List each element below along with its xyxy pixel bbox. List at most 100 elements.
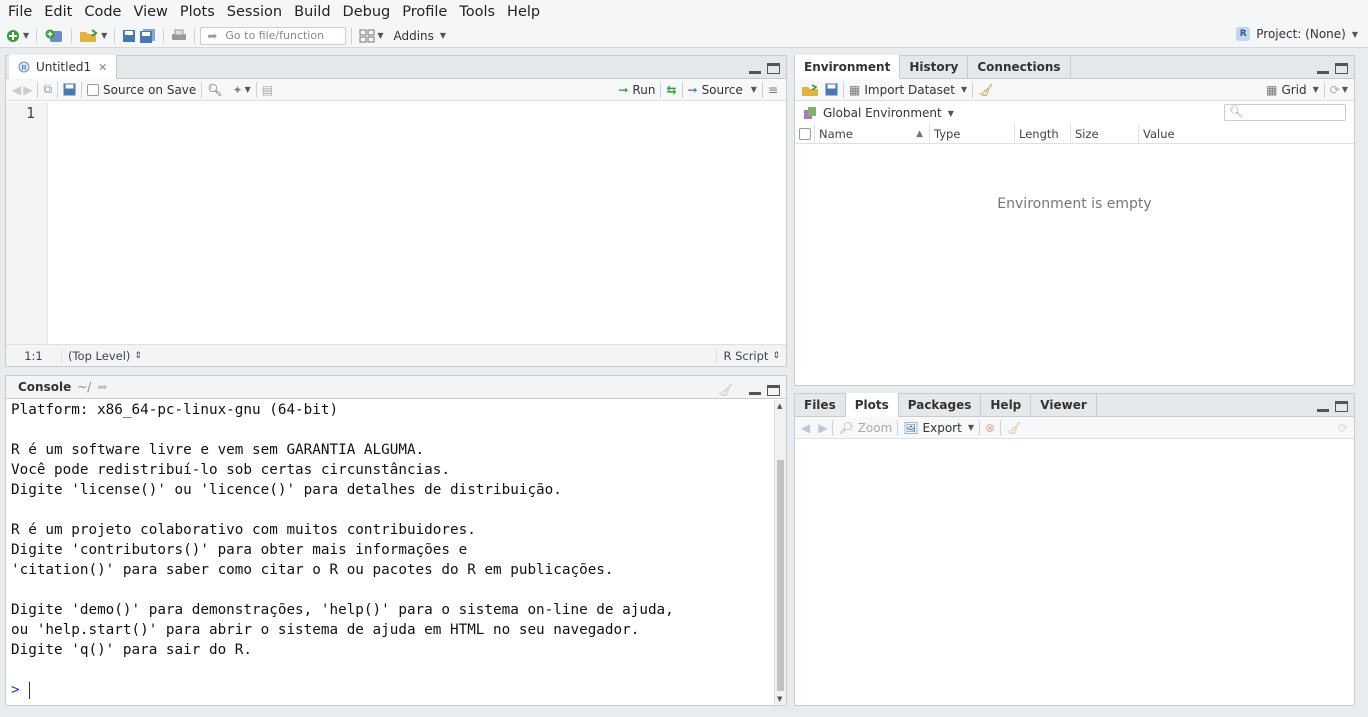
rerun-icon[interactable]: ⇆: [666, 83, 676, 97]
toolbar-divider: [351, 27, 353, 44]
load-workspace-icon[interactable]: [801, 83, 819, 97]
minimize-icon[interactable]: [1317, 402, 1329, 412]
scroll-down-icon[interactable]: ▼: [777, 695, 782, 703]
tab-help[interactable]: Help: [981, 393, 1032, 416]
go-to-file-input[interactable]: ➦ Go to file/function: [200, 26, 347, 45]
chevron-down-icon[interactable]: ▼: [1342, 85, 1348, 94]
source-button[interactable]: ➞ Source ▼: [688, 83, 757, 97]
line-number: 1: [25, 104, 35, 122]
go-to-directory-icon[interactable]: ➦: [97, 380, 107, 394]
refresh-icon[interactable]: ⟳: [1338, 421, 1348, 435]
minimize-icon[interactable]: [1317, 64, 1329, 74]
source-on-save-checkbox[interactable]: [87, 83, 100, 96]
zoom-button[interactable]: 🔎︎ Zoom: [838, 421, 892, 435]
tab-console[interactable]: Console ~/ ➦: [6, 375, 116, 398]
project-menu[interactable]: R Project: (None) ▼: [1236, 27, 1358, 41]
print-icon: [172, 29, 187, 40]
menu-file[interactable]: File: [2, 0, 38, 24]
menu-plots[interactable]: Plots: [174, 0, 221, 24]
run-button[interactable]: ➞ Run: [618, 83, 655, 97]
grid-label: Grid: [1281, 82, 1307, 97]
tab-connections[interactable]: Connections: [968, 55, 1071, 78]
new-project-button[interactable]: [42, 26, 66, 46]
addins-label: Addins: [393, 28, 434, 43]
maximize-icon[interactable]: [767, 384, 780, 396]
forward-icon[interactable]: ▶: [23, 83, 32, 97]
column-length[interactable]: Length: [1015, 123, 1071, 144]
environment-search-input[interactable]: 🔍︎: [1224, 104, 1346, 121]
global-environment-selector[interactable]: Global Environment ▼: [803, 106, 954, 120]
close-icon[interactable]: ✕: [98, 61, 107, 74]
next-plot-icon[interactable]: ▶: [818, 421, 827, 435]
tab-untitled1[interactable]: R Untitled1 ✕: [9, 55, 118, 79]
compile-report-icon[interactable]: ▤: [262, 83, 273, 97]
scroll-up-icon[interactable]: ▲: [777, 402, 782, 410]
maximize-icon[interactable]: [1335, 63, 1348, 74]
chevron-down-icon: ▼: [439, 31, 447, 40]
menu-debug[interactable]: Debug: [337, 0, 397, 24]
show-in-window-icon[interactable]: ⧉: [43, 82, 52, 97]
save-button[interactable]: [120, 26, 138, 46]
menu-session[interactable]: Session: [221, 0, 288, 24]
file-type-selector[interactable]: R Script ⇕: [716, 348, 786, 363]
menu-edit[interactable]: Edit: [38, 0, 78, 24]
import-dataset-button[interactable]: ▦ Import Dataset ▼: [849, 83, 967, 97]
clear-plots-icon[interactable]: 🧹︎: [1006, 421, 1021, 435]
code-editor[interactable]: [49, 102, 786, 344]
minimize-icon[interactable]: [749, 64, 761, 74]
grid-view-button[interactable]: ▦ Grid ▼: [1266, 83, 1319, 97]
broom-icon[interactable]: 🧹︎: [978, 83, 993, 97]
save-icon[interactable]: [63, 83, 76, 96]
menu-tools[interactable]: Tools: [453, 0, 501, 24]
environment-toolbar: ▦ Import Dataset ▼ 🧹︎ ▦ Grid ▼ ⟳ ▼: [795, 79, 1354, 101]
tab-history[interactable]: History: [900, 55, 969, 78]
save-all-button[interactable]: [138, 26, 158, 46]
new-file-button[interactable]: ▼: [3, 26, 31, 46]
column-size[interactable]: Size: [1071, 123, 1139, 144]
open-file-button[interactable]: ▼: [77, 26, 109, 46]
export-button[interactable]: 🖼︎ Export ▼: [903, 421, 974, 435]
refresh-icon[interactable]: ⟳: [1330, 83, 1340, 97]
cursor-position: 1:1: [6, 348, 62, 363]
minimize-icon[interactable]: [749, 385, 761, 395]
column-name[interactable]: Name ▲: [815, 123, 930, 144]
grid-icon: ▦: [1266, 82, 1278, 97]
menu-help[interactable]: Help: [501, 0, 546, 24]
column-type[interactable]: Type: [930, 123, 1015, 144]
chevron-down-icon[interactable]: ▼: [245, 85, 251, 94]
search-icon[interactable]: 🔍︎: [207, 83, 222, 97]
addins-button[interactable]: Addins ▼: [391, 26, 448, 46]
print-button[interactable]: [169, 26, 189, 46]
editor-statusbar: 1:1 (Top Level) ⇕ R Script ⇕: [6, 344, 786, 366]
console-scrollbar[interactable]: ▲ ▼: [774, 400, 786, 705]
menu-code[interactable]: Code: [78, 0, 127, 24]
pane-layout-button[interactable]: ▼: [357, 26, 385, 46]
tab-environment[interactable]: Environment: [795, 55, 901, 79]
environment-scope-bar: Global Environment ▼ 🔍︎: [795, 102, 1354, 124]
select-all-checkbox[interactable]: [795, 123, 815, 144]
scrollbar-thumb[interactable]: [777, 460, 784, 691]
menu-build[interactable]: Build: [288, 0, 336, 24]
column-value[interactable]: Value: [1139, 124, 1354, 144]
previous-plot-icon[interactable]: ◀: [801, 421, 810, 435]
maximize-icon[interactable]: [1335, 401, 1348, 412]
tab-files[interactable]: Files: [795, 393, 846, 416]
tab-viewer[interactable]: Viewer: [1031, 393, 1097, 416]
toolbar-divider: [832, 419, 834, 436]
menu-view[interactable]: View: [127, 0, 173, 24]
remove-plot-icon[interactable]: ⊗: [985, 421, 995, 435]
menu-profile[interactable]: Profile: [396, 0, 453, 24]
console-prompt-line[interactable]: >: [11, 680, 774, 700]
environment-table-header: Name ▲ Type Length Size Value: [795, 123, 1354, 144]
code-tools-icon[interactable]: ✦: [233, 83, 243, 97]
back-icon[interactable]: ◀: [12, 83, 21, 97]
clear-console-icon[interactable]: 🧹︎: [718, 383, 733, 397]
new-file-icon: [7, 29, 19, 42]
outline-icon[interactable]: ≡: [768, 83, 778, 97]
save-icon[interactable]: [825, 83, 838, 96]
tab-packages[interactable]: Packages: [899, 393, 982, 416]
console-output[interactable]: Platform: x86_64-pc-linux-gnu (64-bit) R…: [6, 400, 774, 705]
scope-selector[interactable]: (Top Level) ⇕: [62, 349, 142, 363]
maximize-icon[interactable]: [767, 63, 780, 74]
tab-plots[interactable]: Plots: [845, 393, 899, 417]
